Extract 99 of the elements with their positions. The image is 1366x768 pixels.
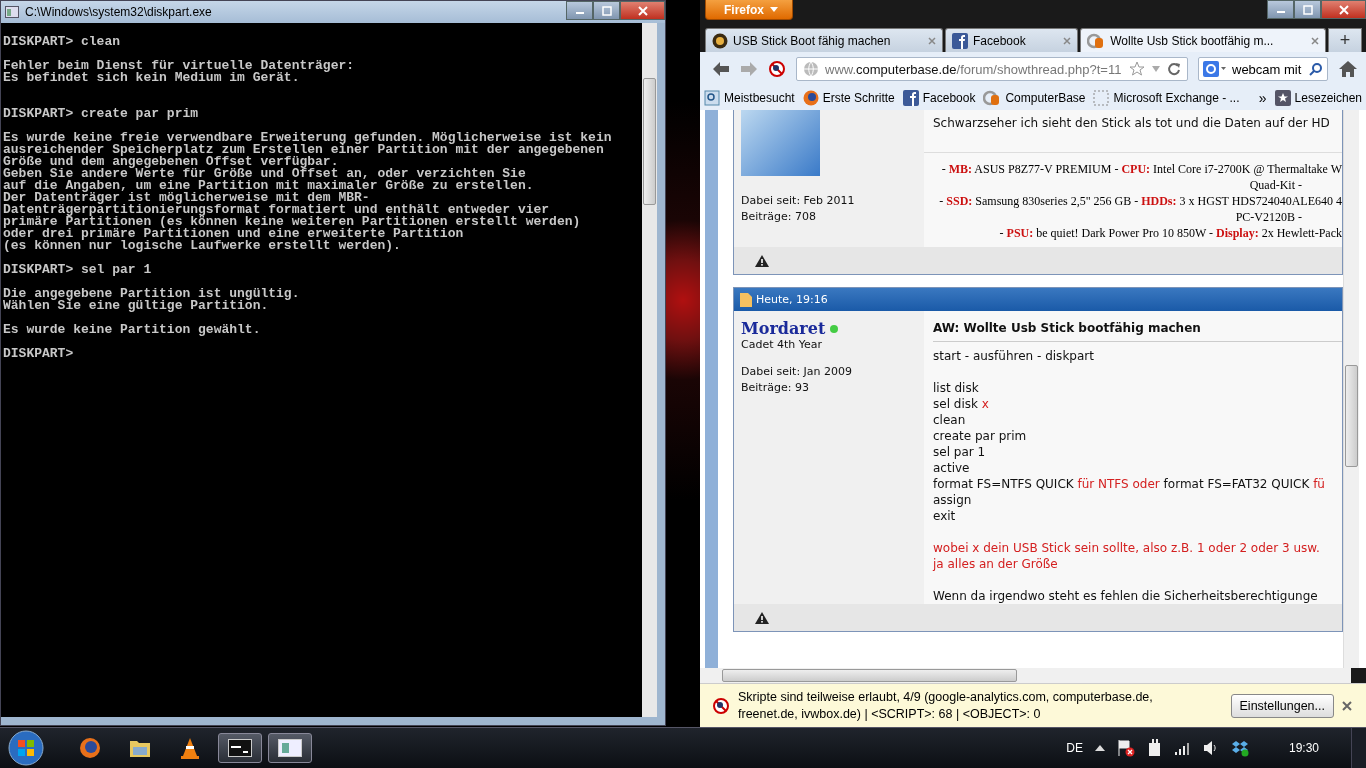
signature-line: - MB: ASUS P8Z77-V PREMIUM - CPU: Intel Core i7-2700K @ Thermaltake W bbox=[940, 161, 1342, 177]
social-logo-icon bbox=[902, 90, 919, 106]
more-bookmarks-button[interactable]: » bbox=[1258, 90, 1267, 106]
post-title: AW: Wollte Usb Stick bootfähig machen bbox=[933, 317, 1342, 342]
close-tab-icon[interactable] bbox=[1311, 36, 1319, 45]
post-text-line: create par prim bbox=[933, 428, 1028, 444]
signature-line: - SSD: Samsung 830series 2,5" 256 GB - HDDs: 3 x HGST HDS724040ALE640 4 bbox=[938, 193, 1342, 209]
clock[interactable]: 19:30 bbox=[1288, 741, 1319, 755]
post-text-line: start - ausführen - diskpart bbox=[933, 348, 1095, 364]
scrollbar[interactable] bbox=[642, 23, 657, 717]
noscript-icon[interactable] bbox=[768, 60, 786, 78]
maximize-button[interactable] bbox=[1294, 0, 1321, 19]
show-hidden-icons-icon[interactable] bbox=[1094, 745, 1105, 751]
window-title: C:\Windows\system32\diskpart.exe bbox=[25, 5, 212, 19]
back-icon[interactable] bbox=[712, 61, 730, 77]
star-icon[interactable] bbox=[1129, 61, 1145, 77]
site-logo-icon bbox=[983, 90, 1002, 106]
close-button[interactable] bbox=[620, 1, 665, 20]
user-rank: Cadet 4th Year bbox=[741, 338, 824, 351]
close-tab-icon[interactable] bbox=[928, 36, 936, 45]
post-text-line: active bbox=[933, 460, 971, 476]
reload-icon[interactable] bbox=[1167, 62, 1181, 76]
noscript-icon bbox=[712, 697, 730, 715]
minimize-button[interactable] bbox=[566, 1, 593, 20]
social-logo-icon bbox=[952, 32, 968, 49]
language-indicator[interactable]: DE bbox=[1066, 741, 1083, 755]
post-text-line: ja alles an der Größe bbox=[933, 556, 1059, 572]
member-since: Dabei seit: Jan 2009 bbox=[741, 365, 854, 378]
warning-icon[interactable] bbox=[755, 254, 769, 267]
signature-line: Quad-Kit - bbox=[1248, 177, 1303, 193]
post-text-line: assign bbox=[933, 492, 973, 508]
folder-icon bbox=[129, 738, 151, 758]
settings-button[interactable]: Einstellungen... bbox=[1230, 694, 1334, 718]
home-icon[interactable] bbox=[1338, 60, 1358, 78]
power-plug-icon[interactable] bbox=[1146, 739, 1163, 757]
new-tab-button[interactable]: + bbox=[1328, 28, 1362, 52]
console-output: DISKPART> clean Fehler beim Dienst für virtuelle Datenträger: Es befindet sich kein Medium im Gerät. DISKPART> create par prim Es wurde keine freie verwendbare Erweiterung gefunden. Möglicherweise ist kein ausreichender Speicherplatz zum Erstellen einer Partition mit der angegebenen Größe und dem angegebenen Offset verfügbar. Geben Sie andere Werte für Größe und Offset an, oder verzichten Sie auf die Angaben, um eine Partition mit maximaler Größe zu erstellen. Der Datenträger ist möglicherweise mit dem MBR- Datenträgerpartitionierungsformat formatiert und enthält entweder vier primäre Partitionen (es können keine weiteren Partitionen erstellt werden) oder drei primäre Partitionen und eine erweiterte Partition (es können nur logische Laufwerke erstellt werden). DISKPART> sel par 1 Die angegebene Partition ist ungültig. Wählen Sie eine gültige Partition. Es wurde keine Partition gewählt. DISKPART> bbox=[2, 33, 613, 363]
maximize-icon bbox=[1302, 4, 1313, 15]
minimize-button[interactable] bbox=[1267, 0, 1294, 19]
username-link[interactable]: Mordaret bbox=[741, 319, 826, 338]
bookmarks-menu-button[interactable]: Lesezeichen bbox=[1274, 90, 1362, 106]
globe-icon bbox=[803, 61, 819, 77]
post-text: Schwarzseher ich sieht den Stick als tot und die Daten auf der HD bbox=[924, 116, 1342, 153]
browser-tab[interactable]: Facebook bbox=[945, 28, 1079, 52]
post-text-line: list disk bbox=[933, 380, 980, 396]
bookmark-link[interactable]: Facebook bbox=[902, 90, 976, 106]
site-logo-icon bbox=[1087, 32, 1106, 49]
taskbar-app-button[interactable] bbox=[218, 733, 262, 763]
bookmark-link[interactable]: ComputerBase bbox=[983, 90, 1086, 106]
close-icon[interactable] bbox=[1342, 701, 1352, 711]
post-date: Heute, 19:16 bbox=[756, 293, 828, 306]
taskbar-app-button[interactable] bbox=[268, 733, 312, 763]
forum-logo-icon bbox=[712, 32, 728, 49]
horizontal-scrollbar[interactable] bbox=[700, 668, 1351, 683]
signature-line: PC-V2120B - bbox=[1234, 209, 1303, 225]
close-icon bbox=[1338, 4, 1349, 15]
close-icon bbox=[637, 5, 648, 16]
history-icon bbox=[704, 90, 720, 106]
blank-page-icon bbox=[1093, 90, 1110, 106]
scrollbar[interactable] bbox=[1343, 110, 1359, 668]
start-button[interactable] bbox=[8, 730, 44, 766]
post-count: Beiträge: 93 bbox=[741, 381, 810, 394]
post-text-line: wobei x dein USB Stick sein sollte, also z.B. 1 oder 2 oder 3 usw. bbox=[933, 540, 1321, 556]
console-icon bbox=[5, 6, 19, 18]
globe-fox-icon bbox=[802, 90, 819, 106]
console-icon bbox=[228, 739, 252, 757]
globe-fox-icon bbox=[79, 737, 101, 759]
box-sync-icon[interactable] bbox=[1230, 739, 1249, 757]
browser-tab[interactable]: USB Stick Boot fähig machen bbox=[705, 28, 943, 52]
bookmark-link[interactable]: Erste Schritte bbox=[802, 90, 895, 106]
notification-text: Skripte sind teilweise erlaubt, 4/9 (google-analytics.com, computerbase.de, freenet.de, ivwbox.de) | <SCRIPT>: 68 | <OBJECT>: 0 bbox=[738, 689, 1154, 723]
caret-icon bbox=[770, 7, 778, 12]
traffic-cone-icon bbox=[180, 737, 200, 759]
warning-icon[interactable] bbox=[755, 611, 769, 624]
window-icon bbox=[278, 739, 302, 757]
member-since: Dabei seit: Feb 2011 bbox=[741, 194, 856, 207]
maximize-button[interactable] bbox=[593, 1, 620, 20]
close-button[interactable] bbox=[1321, 0, 1366, 19]
flag-icon[interactable] bbox=[1116, 739, 1135, 757]
signal-bars-icon[interactable] bbox=[1174, 741, 1191, 755]
speaker-icon[interactable] bbox=[1202, 740, 1219, 756]
signature-line: - PSU: be quiet! Dark Power Pro 10 850W - Display: 2x Hewlett-Pack bbox=[998, 225, 1342, 241]
post-text-line: exit bbox=[933, 508, 957, 524]
bookmark-link[interactable]: Meistbesucht bbox=[704, 90, 795, 106]
search-field[interactable]: webcam mit bbox=[1198, 57, 1328, 81]
page-icon bbox=[740, 292, 752, 307]
post-count: Beiträge: 708 bbox=[741, 210, 817, 223]
post-text-line: sel par 1 bbox=[933, 444, 987, 460]
post-text-line: sel disk x bbox=[933, 396, 990, 412]
post-text-line: Wenn da irgendwo steht es fehlen die Sicherheitsberechtigunge bbox=[933, 588, 1319, 604]
maximize-icon bbox=[601, 5, 612, 16]
bookmark-link[interactable]: Microsoft Exchange - ... bbox=[1093, 90, 1240, 106]
search-engine-icon[interactable] bbox=[1203, 61, 1227, 77]
close-tab-icon[interactable] bbox=[1063, 36, 1072, 45]
address-field[interactable]: www.computerbase.de/forum/showthread.php?t=11 bbox=[796, 57, 1188, 81]
post-text-line: clean bbox=[933, 412, 967, 428]
search-icon[interactable] bbox=[1309, 62, 1323, 76]
browser-tab[interactable]: Wollte Usb Stick bootfähig m... bbox=[1080, 28, 1326, 52]
post-text-line: format FS=NTFS QUICK für NTFS oder format FS=FAT32 QUICK fü bbox=[933, 476, 1326, 492]
